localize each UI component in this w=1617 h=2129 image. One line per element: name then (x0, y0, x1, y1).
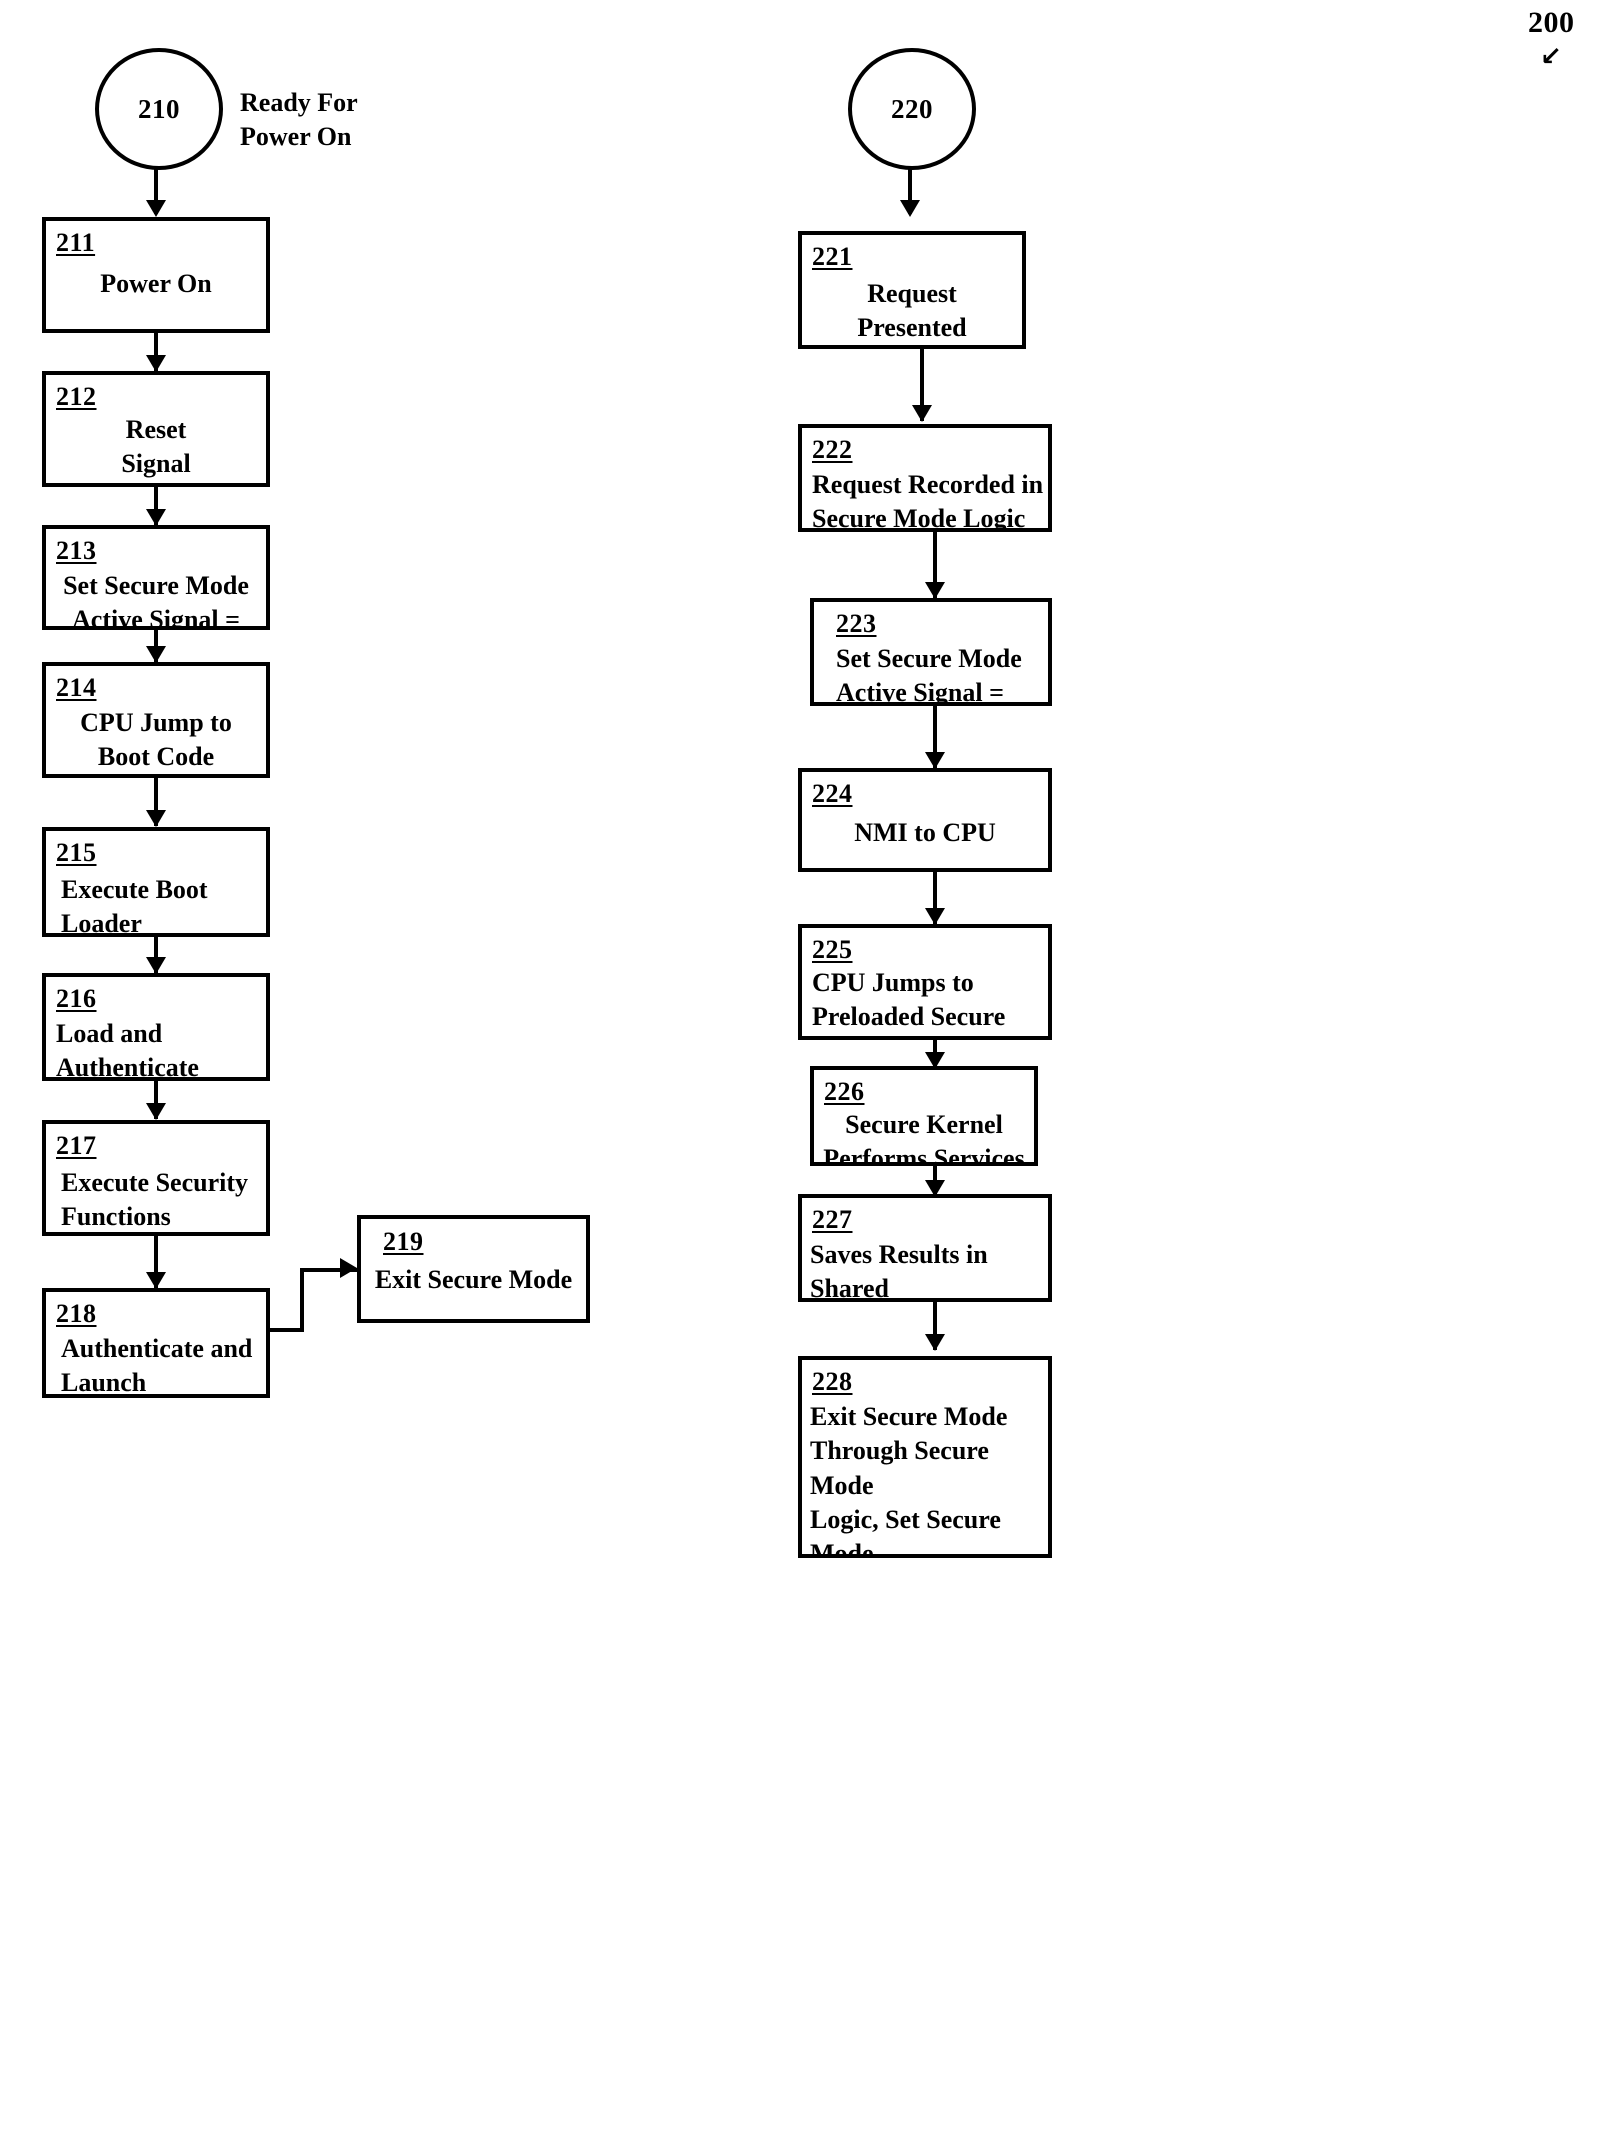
connector-210-211-arrowhead (146, 200, 166, 217)
process-box-212-text: Reset Signal (121, 415, 191, 479)
process-box-224-id: 224 (812, 779, 853, 808)
process-box-217-text: Execute Security Functions (61, 1168, 249, 1232)
connector-218-219-segment-h1 (268, 1328, 304, 1332)
connector-212-213-arrowhead (146, 509, 166, 526)
start-node-210-label: 210 (138, 93, 180, 124)
process-box-228-text: Exit Secure Mode Through Secure Mode Log… (810, 1402, 1008, 1558)
process-box-227-id: 227 (812, 1205, 853, 1234)
process-box-227: 227 Saves Results in Shared Memory (798, 1194, 1052, 1302)
connector-213-214-arrowhead (146, 646, 166, 663)
process-box-213-id: 213 (56, 536, 97, 565)
process-box-214-id: 214 (56, 673, 97, 702)
process-box-217: 217 Execute Security Functions (42, 1120, 270, 1236)
process-box-222-id: 222 (812, 435, 853, 464)
process-box-215-text: Execute Boot Loader (61, 875, 208, 937)
process-box-225-id: 225 (812, 935, 853, 964)
connector-218-219-segment-v (300, 1268, 304, 1330)
process-box-219-id: 219 (383, 1227, 424, 1256)
figure-number: 200 (1528, 6, 1575, 39)
process-box-213: 213 Set Secure Mode Active Signal = True (42, 525, 270, 630)
process-box-213-text: Set Secure Mode Active Signal = True (63, 571, 249, 630)
process-box-225-text: CPU Jumps to Preloaded Secure Kernel (812, 968, 1006, 1032)
connector-222-223-arrowhead (925, 582, 945, 599)
connector-223-224-arrowhead (925, 752, 945, 769)
process-box-226: 226 Secure Kernel Performs Services (810, 1066, 1038, 1166)
process-box-224: 224 NMI to CPU (798, 768, 1052, 872)
process-box-215: 215 Execute Boot Loader (42, 827, 270, 937)
process-box-227-text: Saves Results in Shared Memory (810, 1240, 988, 1302)
flowchart-canvas: 200 ↙ 210 Ready For Power On 211 Power O… (0, 0, 1617, 2129)
connector-211-212-arrowhead (146, 355, 166, 372)
process-box-222-text: Request Recorded in Secure Mode Logic (812, 470, 1044, 532)
process-box-226-text: Secure Kernel Performs Services (823, 1110, 1025, 1166)
start-node-210: 210 (95, 48, 223, 170)
process-box-211-text: Power On (100, 269, 212, 298)
connector-220-221-arrowhead (900, 200, 920, 217)
process-box-225: 225 CPU Jumps to Preloaded Secure Kernel (798, 924, 1052, 1040)
process-box-215-id: 215 (56, 838, 97, 867)
connector-227-228-arrowhead (925, 1334, 945, 1351)
process-box-226-id: 226 (824, 1077, 865, 1106)
figure-callout-arrow: ↙ (1540, 42, 1562, 72)
process-box-223: 223 Set Secure Mode Active Signal = True (810, 598, 1052, 706)
connector-218-219-arrowhead (340, 1258, 357, 1278)
process-box-219: 219 Exit Secure Mode (357, 1215, 590, 1323)
process-box-214: 214 CPU Jump to Boot Code (42, 662, 270, 778)
process-box-222: 222 Request Recorded in Secure Mode Logi… (798, 424, 1052, 532)
process-box-216-text: Load and Authenticate Security Functions (56, 1019, 199, 1081)
start-node-220-label: 220 (891, 93, 933, 124)
process-box-228-id: 228 (812, 1367, 853, 1396)
connector-214-215-arrowhead (146, 810, 166, 827)
process-box-214-text: CPU Jump to Boot Code (80, 708, 232, 772)
connector-221-222-arrowhead (912, 405, 932, 422)
process-box-228: 228 Exit Secure Mode Through Secure Mode… (798, 1356, 1052, 1558)
process-box-223-id: 223 (836, 609, 877, 638)
process-box-218-id: 218 (56, 1299, 97, 1328)
process-box-211-id: 211 (56, 228, 96, 257)
process-box-216-id: 216 (56, 984, 97, 1013)
process-box-217-id: 217 (56, 1131, 97, 1160)
start-node-210-annotation: Ready For Power On (240, 88, 358, 151)
process-box-223-text: Set Secure Mode Active Signal = True (836, 644, 1022, 706)
start-node-220: 220 (848, 48, 976, 170)
connector-224-225-arrowhead (925, 908, 945, 925)
process-box-212: 212 Reset Signal (42, 371, 270, 487)
process-box-216: 216 Load and Authenticate Security Funct… (42, 973, 270, 1081)
connector-217-218-arrowhead (146, 1272, 166, 1289)
process-box-219-text: Exit Secure Mode (374, 1265, 573, 1294)
process-box-211: 211 Power On (42, 217, 270, 333)
process-box-221-text: Request Presented (857, 279, 967, 343)
process-box-221: 221 Request Presented (798, 231, 1026, 349)
process-box-218: 218 Authenticate and Launch Application (42, 1288, 270, 1398)
process-box-218-text: Authenticate and Launch Application (61, 1334, 253, 1398)
connector-216-217-arrowhead (146, 1103, 166, 1120)
process-box-221-id: 221 (812, 242, 853, 271)
process-box-224-text: NMI to CPU (854, 818, 996, 847)
connector-215-216-arrowhead (146, 957, 166, 974)
process-box-212-id: 212 (56, 382, 97, 411)
